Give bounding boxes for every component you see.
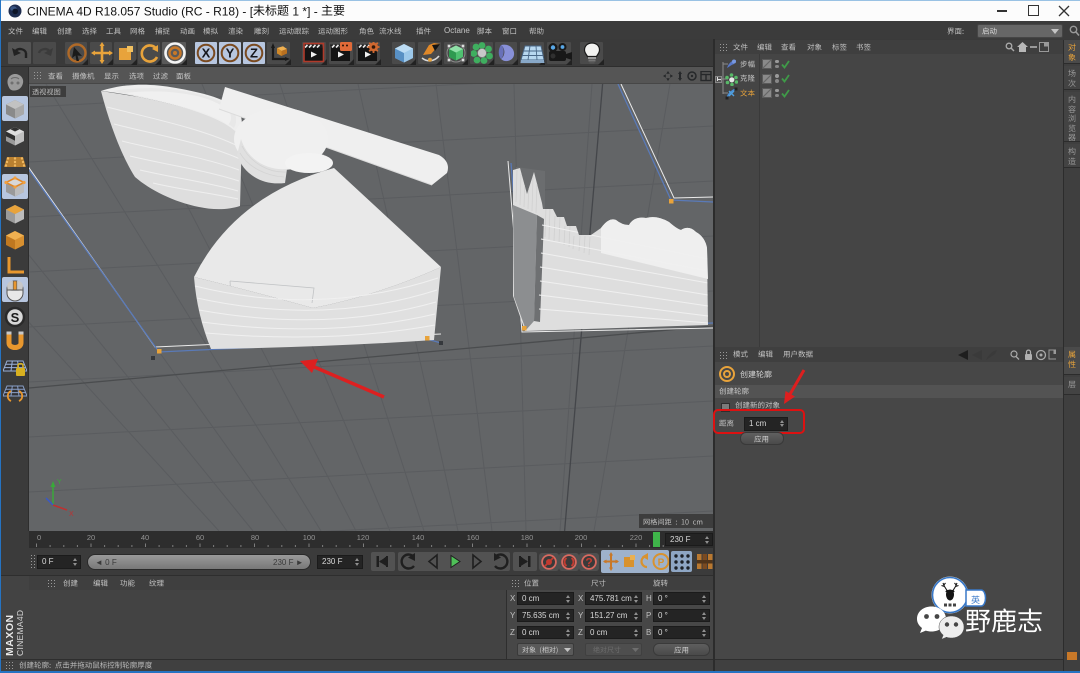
- svg-text:S: S: [11, 310, 20, 325]
- svg-text:80: 80: [251, 533, 259, 542]
- svg-text:100: 100: [303, 533, 316, 542]
- svg-text:40: 40: [141, 533, 149, 542]
- svg-text:120: 120: [357, 533, 370, 542]
- svg-text:Z: Z: [250, 46, 258, 61]
- svg-text:0: 0: [37, 533, 41, 542]
- svg-text:X: X: [69, 511, 74, 518]
- svg-text:220: 220: [630, 533, 643, 542]
- svg-text:140: 140: [412, 533, 425, 542]
- svg-text:20: 20: [87, 533, 95, 542]
- svg-text:60: 60: [196, 533, 204, 542]
- svg-text:200: 200: [575, 533, 588, 542]
- svg-text:Y: Y: [57, 479, 62, 486]
- svg-text:P: P: [658, 558, 665, 569]
- svg-text:180: 180: [521, 533, 534, 542]
- svg-text:160: 160: [467, 533, 480, 542]
- svg-text:X: X: [202, 46, 211, 61]
- svg-text:Y: Y: [226, 46, 235, 61]
- svg-text:?: ?: [585, 556, 592, 570]
